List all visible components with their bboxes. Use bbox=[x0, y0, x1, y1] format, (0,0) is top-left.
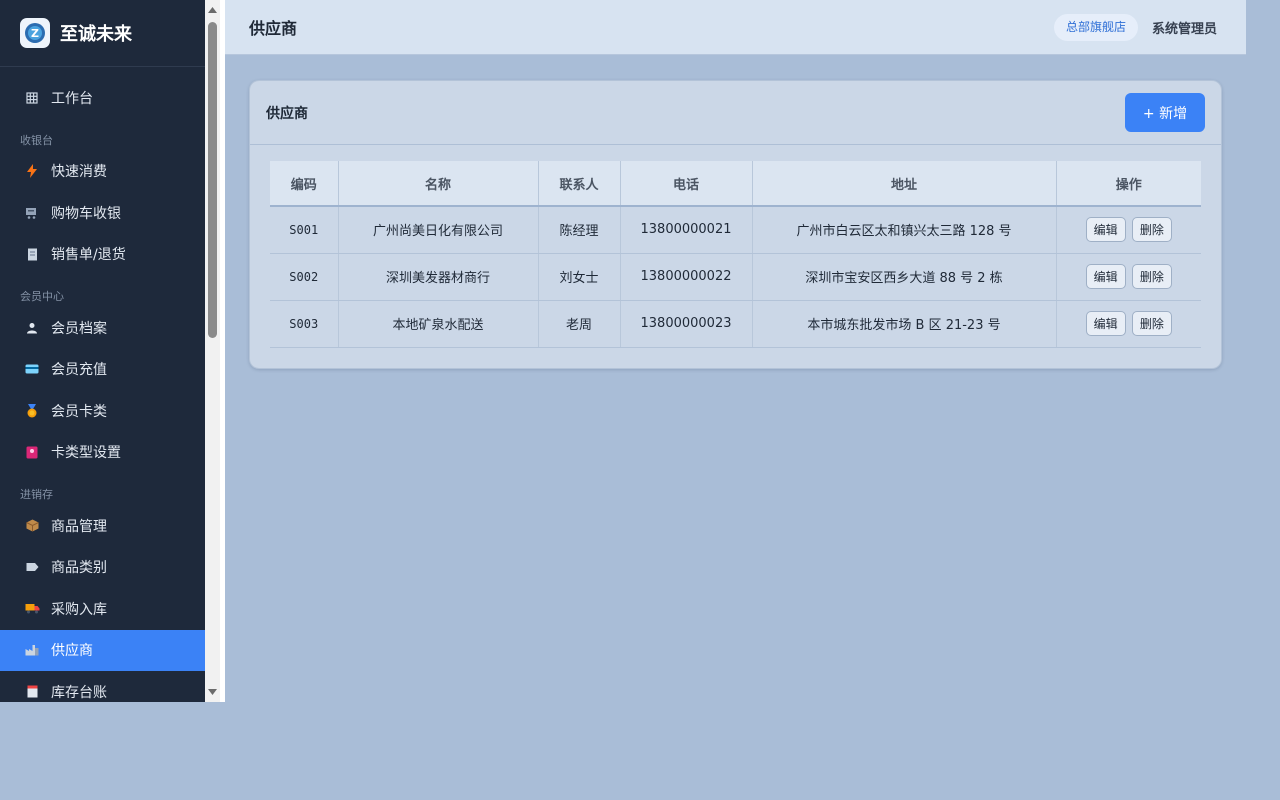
edit-button[interactable]: 编辑 bbox=[1085, 311, 1126, 336]
sidebar-item-workbench[interactable]: 工作台 bbox=[0, 77, 205, 119]
bolt-icon bbox=[24, 163, 40, 179]
sidebar-item-member-card-types[interactable]: 会员卡类 bbox=[0, 390, 205, 432]
cell-phone: 13800000023 bbox=[620, 300, 753, 348]
section-title-members: 会员中心 bbox=[20, 290, 64, 303]
table-row: S001 广州尚美日化有限公司 陈经理 13800000021 广州市白云区太和… bbox=[270, 206, 1201, 254]
column-header-contact: 联系人 bbox=[538, 161, 621, 207]
truck-icon bbox=[24, 601, 40, 617]
scroll-up-arrow-icon[interactable] bbox=[207, 4, 218, 16]
sidebar-item-label: 工作台 bbox=[51, 90, 93, 107]
ledger-icon bbox=[24, 684, 40, 700]
sidebar-divider bbox=[220, 0, 225, 702]
column-header-address: 地址 bbox=[752, 161, 1057, 207]
cell-contact: 刘女士 bbox=[538, 253, 621, 301]
table-row: S003 本地矿泉水配送 老周 13800000023 本市城东批发市场 B 区… bbox=[270, 300, 1201, 348]
supplier-card: 供应商 + 新增 编码 名称 联系人 电话 地址 操作 S001 广州尚美日化有… bbox=[249, 80, 1222, 369]
cell-contact: 老周 bbox=[538, 300, 621, 348]
sidebar-item-label: 快速消费 bbox=[51, 164, 107, 181]
cart-icon bbox=[24, 205, 40, 221]
sidebar-item-label: 会员档案 bbox=[51, 320, 107, 337]
tag-icon bbox=[24, 559, 40, 575]
cell-code: S002 bbox=[270, 253, 339, 301]
sidebar-item-quick-consume[interactable]: 快速消费 bbox=[0, 151, 205, 193]
user-icon bbox=[24, 320, 40, 336]
column-header-name: 名称 bbox=[338, 161, 539, 207]
add-supplier-button[interactable]: + 新增 bbox=[1125, 93, 1205, 132]
cell-contact: 陈经理 bbox=[538, 206, 621, 254]
cell-name: 广州尚美日化有限公司 bbox=[338, 206, 539, 254]
sidebar-item-suppliers[interactable]: 供应商 bbox=[0, 629, 205, 671]
sidebar-scrollbar[interactable] bbox=[205, 0, 220, 702]
sidebar: Z 至诚未来 工作台 收银台 快速消费 购物车收银 销售单/退货 会员中心 会员… bbox=[0, 0, 205, 702]
sidebar-item-member-recharge[interactable]: 会员充值 bbox=[0, 349, 205, 391]
brand-name: 至诚未来 bbox=[60, 24, 132, 45]
sidebar-item-label: 会员卡类 bbox=[51, 403, 107, 420]
card-title: 供应商 bbox=[266, 105, 308, 122]
sidebar-item-purchase-inbound[interactable]: 采购入库 bbox=[0, 588, 205, 630]
scroll-down-arrow-icon[interactable] bbox=[207, 686, 218, 698]
delete-button[interactable]: 删除 bbox=[1131, 264, 1172, 289]
edit-button[interactable]: 编辑 bbox=[1085, 217, 1126, 243]
topbar: 供应商 总部旗舰店 系统管理员 bbox=[225, 0, 1246, 55]
brand-logo: Z bbox=[20, 18, 50, 48]
svg-text:Z: Z bbox=[31, 27, 39, 40]
section-title-cashier: 收银台 bbox=[20, 133, 53, 147]
supplier-table: 编码 名称 联系人 电话 地址 操作 S001 广州尚美日化有限公司 陈经理 1… bbox=[270, 161, 1201, 348]
medal-icon bbox=[24, 403, 40, 419]
sidebar-item-label: 供应商 bbox=[51, 643, 93, 660]
sidebar-item-label: 购物车收银 bbox=[51, 205, 121, 222]
card-icon bbox=[24, 361, 40, 377]
edit-button[interactable]: 编辑 bbox=[1085, 264, 1126, 289]
table-header-row: 编码 名称 联系人 电话 地址 操作 bbox=[270, 161, 1201, 207]
section-title-inventory: 进销存 bbox=[20, 488, 53, 501]
sidebar-item-sales-returns[interactable]: 销售单/退货 bbox=[0, 234, 205, 276]
sidebar-item-label: 卡类型设置 bbox=[51, 445, 121, 462]
brand: Z 至诚未来 bbox=[0, 0, 205, 67]
cell-phone: 13800000022 bbox=[620, 253, 753, 301]
grid-icon bbox=[24, 90, 40, 106]
page-title: 供应商 bbox=[249, 19, 298, 38]
cell-address: 广州市白云区太和镇兴太三路 128 号 bbox=[752, 206, 1057, 254]
sidebar-item-label: 库存台账 bbox=[51, 684, 107, 701]
card-settings-icon bbox=[24, 444, 40, 460]
cell-name: 本地矿泉水配送 bbox=[338, 300, 539, 348]
card-header: 供应商 + 新增 bbox=[250, 81, 1221, 145]
sidebar-item-product-management[interactable]: 商品管理 bbox=[0, 505, 205, 547]
cell-actions: 编辑 删除 bbox=[1056, 206, 1201, 254]
delete-button[interactable]: 删除 bbox=[1131, 311, 1172, 336]
column-header-actions: 操作 bbox=[1056, 161, 1201, 207]
delete-button[interactable]: 删除 bbox=[1131, 217, 1172, 243]
cell-address: 深圳市宝安区西乡大道 88 号 2 栋 bbox=[752, 253, 1057, 301]
cell-actions: 编辑 删除 bbox=[1056, 300, 1201, 348]
table-row: S002 深圳美发器材商行 刘女士 13800000022 深圳市宝安区西乡大道… bbox=[270, 253, 1201, 301]
sidebar-item-label: 采购入库 bbox=[51, 601, 107, 618]
sidebar-item-cart-checkout[interactable]: 购物车收银 bbox=[0, 192, 205, 234]
sidebar-item-label: 商品管理 bbox=[51, 518, 107, 535]
sidebar-item-card-type-settings[interactable]: 卡类型设置 bbox=[0, 432, 205, 474]
sidebar-item-inventory-ledger[interactable]: 库存台账 bbox=[0, 671, 205, 702]
sidebar-item-label: 会员充值 bbox=[51, 362, 107, 379]
sidebar-item-label: 销售单/退货 bbox=[51, 247, 126, 264]
cell-code: S001 bbox=[270, 206, 339, 254]
column-header-phone: 电话 bbox=[620, 161, 753, 207]
sidebar-item-product-categories[interactable]: 商品类别 bbox=[0, 547, 205, 589]
cell-phone: 13800000021 bbox=[620, 206, 753, 254]
sidebar-item-member-profiles[interactable]: 会员档案 bbox=[0, 307, 205, 349]
store-badge[interactable]: 总部旗舰店 bbox=[1054, 14, 1139, 41]
cell-code: S003 bbox=[270, 300, 339, 348]
table-wrapper: 编码 名称 联系人 电话 地址 操作 S001 广州尚美日化有限公司 陈经理 1… bbox=[250, 145, 1221, 348]
receipt-icon bbox=[24, 246, 40, 262]
cell-name: 深圳美发器材商行 bbox=[338, 253, 539, 301]
user-name[interactable]: 系统管理员 bbox=[1152, 18, 1217, 37]
cell-address: 本市城东批发市场 B 区 21-23 号 bbox=[752, 300, 1057, 348]
box-icon bbox=[24, 518, 40, 534]
sidebar-item-label: 商品类别 bbox=[51, 560, 107, 577]
factory-icon bbox=[24, 642, 40, 658]
column-header-code: 编码 bbox=[270, 161, 339, 207]
cell-actions: 编辑 删除 bbox=[1056, 253, 1201, 301]
scrollbar-thumb[interactable] bbox=[208, 22, 217, 338]
